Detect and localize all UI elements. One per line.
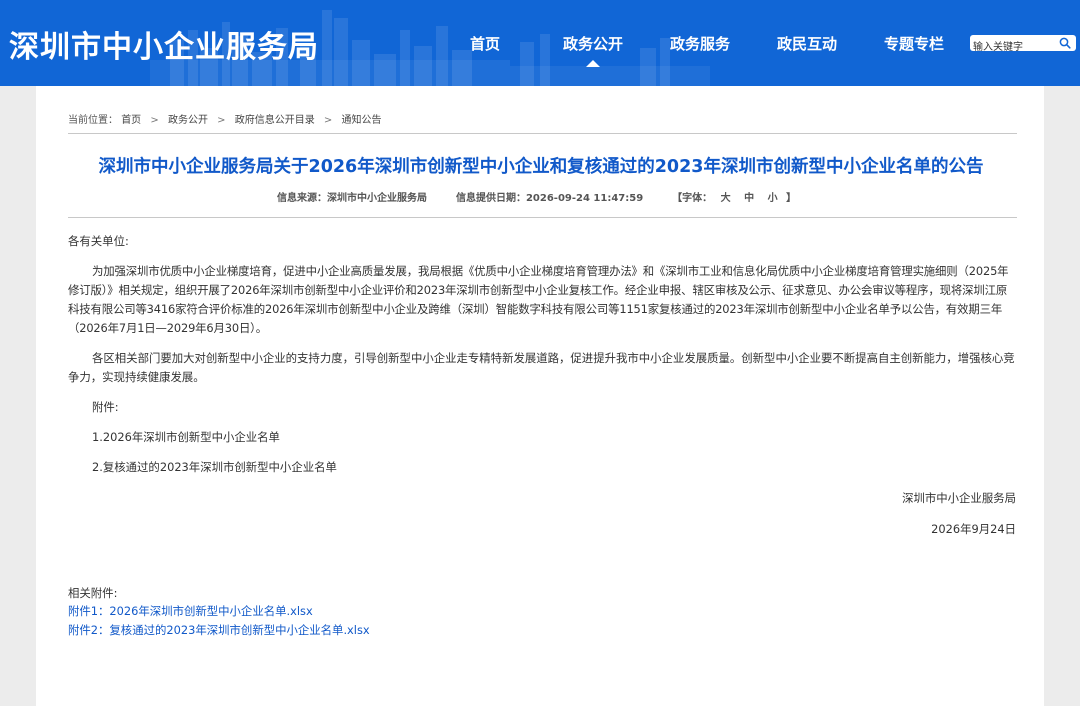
font-size-medium[interactable]: 中 <box>744 193 754 204</box>
breadcrumb-government-affairs-open[interactable]: 政务公开 <box>168 115 208 126</box>
nav-public-interaction[interactable]: 政民互动 <box>777 33 837 54</box>
site-header: 深圳市中小企业服务局 首页 政务公开 政务服务 政民互动 专题专栏 <box>0 0 1080 86</box>
article-title: 深圳市中小企业服务局关于2026年深圳市创新型中小企业和复核通过的2023年深圳… <box>98 157 984 177</box>
breadcrumb-info-catalog[interactable]: 政府信息公开目录 <box>235 115 315 126</box>
nav-special-topics[interactable]: 专题专栏 <box>884 33 944 54</box>
signature-org: 深圳市中小企业服务局 <box>902 491 1016 505</box>
font-size-large[interactable]: 大 <box>721 193 731 204</box>
main-nav: 首页 政务公开 政务服务 政民互动 专题专栏 <box>0 33 1080 55</box>
font-size-label: 【字体： <box>672 193 713 204</box>
signature-date: 2026年9月24日 <box>931 522 1016 536</box>
content-panel: 当前位置： 首页 > 政务公开 > 政府信息公开目录 > 通知公告 深圳市中小企… <box>36 86 1044 706</box>
article-meta: 信息来源：深圳市中小企业服务局 信息提供日期：2026-09-24 11:47:… <box>277 189 796 204</box>
divider <box>68 217 1017 218</box>
search-icon[interactable] <box>1059 37 1071 49</box>
salutation: 各有关单位: <box>68 234 129 248</box>
breadcrumb-separator: > <box>323 115 333 126</box>
source-label: 信息来源： <box>277 193 327 204</box>
search-box <box>970 35 1076 55</box>
attachment-item: 1.2026年深圳市创新型中小企业名单 <box>92 430 280 444</box>
font-size-label-close: 】 <box>786 193 797 204</box>
body-paragraph: 各区相关部门要加大对创新型中小企业的支持力度，引导创新型中小企业走专精特新发展道… <box>68 351 1015 384</box>
nav-government-affairs-open[interactable]: 政务公开 <box>563 33 623 54</box>
breadcrumb-home[interactable]: 首页 <box>121 115 141 126</box>
search-input[interactable] <box>973 40 1051 55</box>
breadcrumb: 当前位置： 首页 > 政务公开 > 政府信息公开目录 > 通知公告 <box>68 111 381 126</box>
attachments-heading: 附件: <box>92 400 119 414</box>
related-attachments-label: 相关附件: <box>68 586 118 600</box>
date-label: 信息提供日期： <box>455 193 526 204</box>
divider <box>68 133 1017 134</box>
font-size-small[interactable]: 小 <box>768 193 778 204</box>
attachment-link-2[interactable]: 附件2：复核通过的2023年深圳市创新型中小企业名单.xlsx <box>68 622 370 638</box>
attachment-link-1[interactable]: 附件1：2026年深圳市创新型中小企业名单.xlsx <box>68 603 313 619</box>
breadcrumb-notices[interactable]: 通知公告 <box>341 115 381 126</box>
breadcrumb-prefix: 当前位置： <box>68 115 118 126</box>
body-paragraph: 为加强深圳市优质中小企业梯度培育，促进中小企业高质量发展，我局根据《优质中小企业… <box>68 264 1009 335</box>
nav-home[interactable]: 首页 <box>470 33 500 54</box>
breadcrumb-separator: > <box>150 115 159 126</box>
active-nav-indicator <box>586 60 600 67</box>
article-body: 各有关单位: 为加强深圳市优质中小企业梯度培育，促进中小企业高质量发展，我局根据… <box>68 232 1018 477</box>
attachment-item: 2.复核通过的2023年深圳市创新型中小企业名单 <box>92 460 337 474</box>
date-value: 2026-09-24 11:47:59 <box>525 193 644 204</box>
source-value: 深圳市中小企业服务局 <box>327 193 427 204</box>
breadcrumb-separator: > <box>217 115 226 126</box>
nav-government-services[interactable]: 政务服务 <box>670 33 730 54</box>
